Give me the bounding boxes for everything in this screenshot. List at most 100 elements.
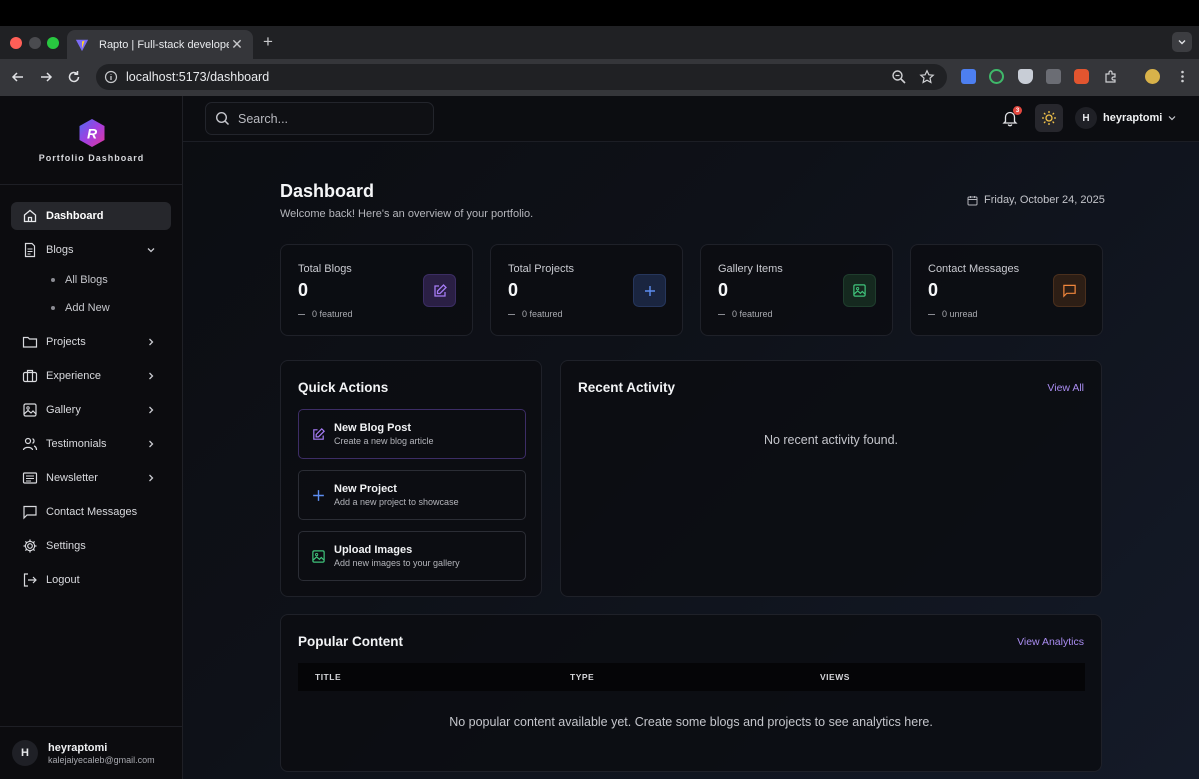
stat-icon-box [1053, 274, 1086, 307]
extension-docs-icon[interactable] [961, 69, 976, 84]
column-header-title[interactable]: TITLE [315, 672, 341, 682]
theme-toggle-button[interactable] [1035, 104, 1063, 132]
sidebar-item-label: Contact Messages [46, 506, 138, 518]
stat-icon-box [843, 274, 876, 307]
sidebar-logo[interactable]: R Portfolio Dashboard [0, 96, 183, 185]
chevron-right-icon [149, 406, 154, 414]
extensions-puzzle-icon[interactable] [1103, 69, 1118, 84]
stat-card-total-projects[interactable]: Total Projects 0 0 featured [490, 244, 683, 336]
view-all-link[interactable]: View All [1047, 382, 1084, 394]
reload-button[interactable] [64, 67, 84, 87]
search-input[interactable]: Search... [205, 102, 434, 135]
sidebar-item-experience[interactable]: Experience [11, 362, 171, 390]
plus-icon [313, 489, 324, 501]
stat-value: 0 [508, 280, 519, 300]
users-icon [22, 437, 38, 451]
site-info-icon[interactable] [104, 70, 118, 84]
quick-action-title: New Blog Post [334, 422, 412, 434]
sidebar-subitem-all-blogs[interactable]: All Blogs [11, 266, 171, 294]
sidebar-item-newsletter[interactable]: Newsletter [11, 464, 171, 492]
chevron-down-icon [147, 248, 155, 253]
dash-icon [718, 313, 725, 315]
sidebar-subitem-add-new[interactable]: Add New [11, 294, 171, 322]
file-text-icon [24, 242, 36, 258]
briefcase-icon [22, 369, 38, 383]
extension-shield-icon[interactable] [1018, 69, 1033, 84]
profile-avatar-icon[interactable] [1145, 69, 1160, 84]
calendar-icon [967, 195, 978, 205]
search-icon [215, 111, 230, 126]
screen-top-strip [0, 0, 1199, 26]
stat-foot-text: 0 featured [312, 309, 353, 319]
upload-images-button[interactable]: Upload Images Add new images to your gal… [298, 531, 526, 581]
tab-close-icon[interactable]: ✕ [229, 36, 245, 53]
new-tab-button[interactable]: + [259, 32, 277, 51]
extension-fox-icon[interactable] [1074, 69, 1089, 84]
sidebar-item-projects[interactable]: Projects [11, 328, 171, 356]
maximize-window-button[interactable] [47, 37, 59, 49]
stat-label: Total Projects [508, 263, 575, 275]
recent-activity-empty: No recent activity found. [763, 433, 899, 447]
column-header-views[interactable]: VIEWS [820, 672, 850, 682]
message-icon [23, 505, 37, 520]
chevron-right-icon [149, 372, 154, 380]
search-placeholder: Search... [238, 111, 289, 126]
new-project-button[interactable]: New Project Add a new project to showcas… [298, 470, 526, 520]
forward-button[interactable] [36, 67, 56, 87]
logout-icon [23, 573, 37, 587]
quick-actions-card: Quick Actions New Blog Post Create a new… [280, 360, 542, 597]
sidebar-item-label: Settings [46, 540, 86, 552]
stat-foot-text: 0 featured [732, 309, 773, 319]
app-root: R Portfolio Dashboard Dashboard Blogs Al… [0, 96, 1199, 779]
logo-text: Portfolio Dashboard [38, 153, 145, 163]
stat-card-total-blogs[interactable]: Total Blogs 0 0 featured [280, 244, 473, 336]
sidebar: R Portfolio Dashboard Dashboard Blogs Al… [0, 96, 183, 779]
chevron-right-icon [149, 338, 154, 346]
arrow-right-icon [41, 72, 53, 82]
sidebar-item-settings[interactable]: Settings [11, 532, 171, 560]
sidebar-item-gallery[interactable]: Gallery [11, 396, 171, 424]
quick-action-subtitle: Add a new project to showcase [334, 497, 459, 507]
stat-label: Total Blogs [298, 263, 352, 275]
sidebar-item-blogs[interactable]: Blogs [11, 236, 171, 264]
view-analytics-link[interactable]: View Analytics [1017, 636, 1084, 648]
sidebar-subitem-label: Add New [65, 302, 110, 314]
sidebar-item-logout[interactable]: Logout [11, 566, 171, 594]
sidebar-user-card[interactable]: H heyraptomi kalejaiyecaleb@gmail.com [0, 726, 183, 779]
bullet-icon [51, 278, 55, 282]
stat-value: 0 [718, 280, 729, 300]
image-icon [312, 549, 325, 563]
logo-hexagon-icon: R [79, 119, 104, 147]
browser-menu-icon[interactable] [1175, 69, 1190, 84]
extension-capture-icon[interactable] [1046, 69, 1061, 84]
date-text: Friday, October 24, 2025 [984, 194, 1105, 206]
popular-content-empty: No popular content available yet. Create… [449, 715, 933, 729]
browser-tab[interactable]: Rapto | Full-stack developer ✕ [67, 30, 253, 59]
dash-icon [298, 313, 305, 315]
sidebar-item-label: Testimonials [46, 438, 107, 450]
stat-foot-text: 0 unread [942, 309, 978, 319]
table-header: TITLE TYPE VIEWS [298, 663, 1085, 691]
stat-label: Gallery Items [718, 263, 783, 275]
quick-action-title: New Project [334, 483, 397, 495]
stat-card-contact-messages[interactable]: Contact Messages 0 0 unread [910, 244, 1103, 336]
sidebar-item-dashboard[interactable]: Dashboard [11, 202, 171, 230]
address-bar[interactable]: localhost:5173/dashboard [96, 64, 947, 90]
stat-foot: 0 unread [928, 309, 978, 319]
sidebar-item-contact-messages[interactable]: Contact Messages [11, 498, 171, 526]
top-header: Search... 3 H heyraptomi [183, 96, 1199, 142]
tab-search-button[interactable] [1172, 32, 1192, 52]
new-blog-post-button[interactable]: New Blog Post Create a new blog article [298, 409, 526, 459]
extension-grammar-icon[interactable] [989, 69, 1004, 84]
avatar: H [1075, 107, 1097, 129]
zoom-icon[interactable] [891, 69, 907, 85]
header-user-menu[interactable]: H heyraptomi [1075, 107, 1178, 129]
stat-card-gallery-items[interactable]: Gallery Items 0 0 featured [700, 244, 893, 336]
close-window-button[interactable] [10, 37, 22, 49]
column-header-type[interactable]: TYPE [570, 672, 594, 682]
minimize-window-button[interactable] [29, 37, 41, 49]
bookmark-star-icon[interactable] [919, 69, 935, 85]
avatar: H [12, 740, 38, 766]
back-button[interactable] [8, 67, 28, 87]
sidebar-item-testimonials[interactable]: Testimonials [11, 430, 171, 458]
